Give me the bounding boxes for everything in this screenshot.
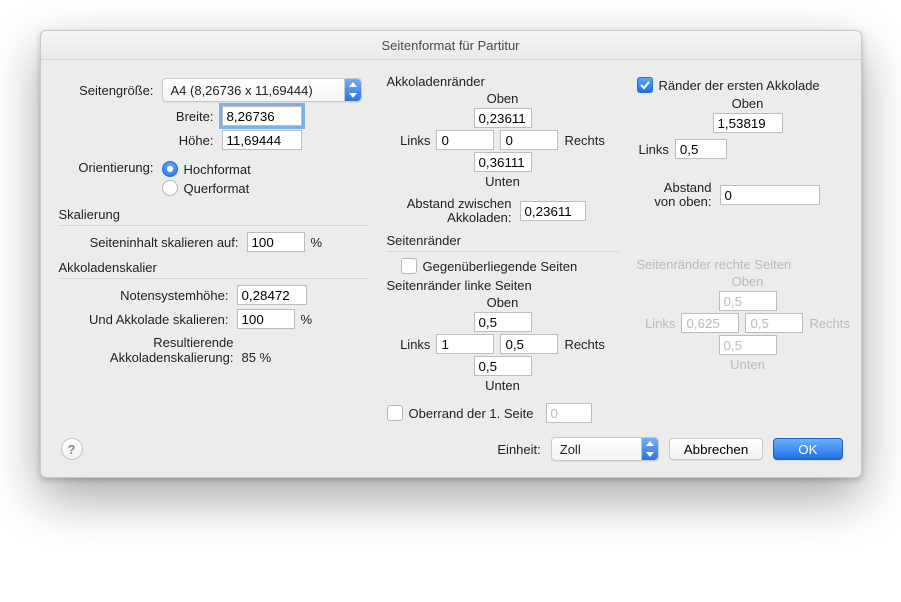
lp-right-input[interactable] [500,334,558,354]
lp-bottom-input[interactable] [474,356,532,376]
staff-height-label: Notensystemhöhe: [59,288,237,303]
staff-height-input[interactable] [237,285,307,305]
from-top-input[interactable] [720,185,820,205]
first-page-top-label: Oberrand der 1. Seite [409,406,534,421]
system-scaling-group-title: Akkoladenskalier [59,260,369,275]
checkbox-on-icon [637,77,653,93]
rp-left-input [681,313,739,333]
fs-top-input[interactable] [713,113,783,133]
lp-bottom-label: Unten [485,378,520,393]
radio-landscape-label: Querformat [184,181,250,196]
first-page-top-input [546,403,592,423]
sm-left-label: Links [400,133,430,148]
first-system-check[interactable]: Ränder der ersten Akkolade [637,77,859,93]
rp-right-input [745,313,803,333]
rp-bottom-label: Unten [730,357,765,372]
unit-popup[interactable]: Zoll [551,437,659,461]
help-button[interactable]: ? [61,438,83,460]
fs-left-input[interactable] [675,139,727,159]
rp-left-label: Links [645,316,675,331]
scale-system-input[interactable] [237,309,295,329]
dialog-body: Seitengröße: A4 (8,26736 x 11,69444) Bre… [41,60,861,429]
width-input[interactable] [222,106,302,126]
left-pages-title: Seitenränder linke Seiten [387,278,619,293]
height-label: Höhe: [59,133,222,148]
page-size-popup[interactable]: A4 (8,26736 x 11,69444) [162,78,362,102]
ok-button[interactable]: OK [773,438,842,460]
resulting-scaling-value: 85 % [242,335,272,365]
separator [59,278,369,279]
width-label: Breite: [59,109,222,124]
first-page-top-check[interactable]: Oberrand der 1. Seite [387,403,619,423]
page-size-value: A4 (8,26736 x 11,69444) [171,83,313,98]
right-pages-title: Seitenränder rechte Seiten [637,257,859,272]
lp-left-input[interactable] [436,334,494,354]
facing-pages-label: Gegenüberliegende Seiten [423,259,578,274]
stepper-icon [344,79,361,101]
window-title: Seitenformat für Partitur [41,31,861,60]
orientation-label: Orientierung: [59,158,162,175]
dialog-page-format: Seitenformat für Partitur Seitengröße: A… [40,30,862,478]
resulting-scaling-label: ResultierendeAkkoladenskalierung: [59,335,242,365]
fs-left-label: Links [639,142,669,157]
separator [59,225,369,226]
middle-column: Akkoladenränder Oben Links Rechts Unten … [387,74,619,423]
radio-dot-off-icon [162,180,178,196]
right-pages-grid: Oben Links Rechts Unten [637,274,859,372]
left-column: Seitengröße: A4 (8,26736 x 11,69444) Bre… [59,74,369,423]
rp-top-input [719,291,777,311]
checkbox-off-icon [387,405,403,421]
sm-bottom-input[interactable] [474,152,532,172]
lp-top-input[interactable] [474,312,532,332]
percent-2: % [301,312,313,327]
first-system-label: Ränder der ersten Akkolade [659,78,820,93]
page-margins-title: Seitenränder [387,233,619,248]
unit-value: Zoll [560,442,581,457]
sm-left-input[interactable] [436,130,494,150]
system-gap-input[interactable] [520,201,586,221]
fs-top-label: Oben [732,96,764,111]
unit-label: Einheit: [497,442,540,457]
orientation-group: Hochformat Querformat [162,158,251,199]
percent-1: % [311,235,323,250]
rp-right-label: Rechts [809,316,849,331]
checkbox-off-icon [401,258,417,274]
sm-top-label: Oben [487,91,519,106]
scaling-group-title: Skalierung [59,207,369,222]
lp-top-label: Oben [487,295,519,310]
cancel-button[interactable]: Abbrechen [669,438,763,460]
rp-top-label: Oben [732,274,764,289]
scale-content-input[interactable] [247,232,305,252]
height-input[interactable] [222,130,302,150]
sm-right-label: Rechts [564,133,604,148]
separator [387,251,619,252]
first-system-grid: Oben Links [637,96,859,159]
radio-dot-on-icon [162,161,178,177]
radio-landscape[interactable]: Querformat [162,180,251,196]
system-margins-title: Akkoladenränder [387,74,619,89]
radio-portrait-label: Hochformat [184,162,251,177]
stepper-icon [641,438,658,460]
lp-left-label: Links [400,337,430,352]
radio-portrait[interactable]: Hochformat [162,161,251,177]
facing-pages-check[interactable]: Gegenüberliegende Seiten [401,258,619,274]
page-size-label: Seitengröße: [59,83,162,98]
sm-bottom-label: Unten [485,174,520,189]
rp-bottom-input [719,335,777,355]
system-gap-label: Abstand zwischen Akkoladen: [387,197,520,225]
sm-top-input[interactable] [474,108,532,128]
scale-system-label: Und Akkolade skalieren: [59,312,237,327]
sm-right-input[interactable] [500,130,558,150]
scale-content-label: Seiteninhalt skalieren auf: [59,235,247,250]
lp-right-label: Rechts [564,337,604,352]
from-top-label: Abstand von oben: [637,181,720,209]
dialog-footer: ? Einheit: Zoll Abbrechen OK [41,429,861,461]
system-margins-grid: Oben Links Rechts Unten [387,91,619,189]
left-pages-grid: Oben Links Rechts Unten [387,295,619,393]
right-column: Ränder der ersten Akkolade Oben Links Ab… [637,74,859,423]
